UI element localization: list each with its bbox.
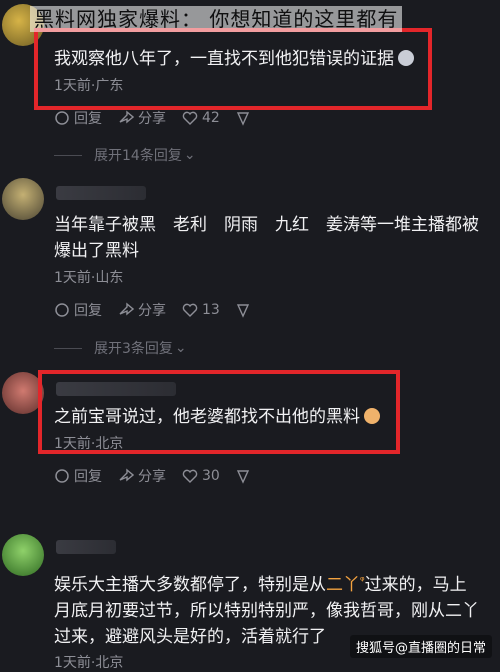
reply-button[interactable]: 回复 <box>54 300 102 320</box>
like-count: 42 <box>202 110 220 126</box>
comment-meta: 1天前·北京 <box>54 655 124 671</box>
thumb-down-icon <box>236 304 249 318</box>
chevron-down-icon: ⌄ <box>174 340 187 356</box>
comment-text: 当年靠子被黑 老利 阴雨 九红 姜涛等一堆主播都被爆出了黑料 <box>54 215 479 261</box>
surprised-emoji-icon <box>364 408 380 424</box>
chevron-down-icon: ⌄ <box>183 147 196 163</box>
page-title: 黑料网独家爆料： 你想知道的这里都有 <box>30 6 403 32</box>
comment-text: 我观察他八年了，一直找不到他犯错误的证据 <box>54 46 480 72</box>
share-button[interactable]: 分享 <box>118 108 166 128</box>
heart-icon <box>182 469 198 483</box>
reply-label: 回复 <box>74 469 102 485</box>
reply-button[interactable]: 回复 <box>54 108 102 128</box>
thumb-down-icon <box>236 470 249 484</box>
username-blurred <box>56 186 146 200</box>
share-label: 分享 <box>138 303 166 319</box>
watermark: 搜狐号@直播圈的日常 <box>349 635 492 658</box>
like-count: 30 <box>202 468 220 484</box>
share-button[interactable]: 分享 <box>118 466 166 486</box>
reply-label: 回复 <box>74 303 102 319</box>
like-button[interactable]: 42 <box>182 110 220 126</box>
comment-meta: 1天前·北京 <box>54 436 124 452</box>
reply-icon <box>55 111 69 125</box>
share-icon <box>119 468 134 482</box>
username-blurred <box>56 382 176 396</box>
avatar[interactable] <box>2 534 44 576</box>
share-icon <box>119 110 134 124</box>
dislike-button[interactable] <box>236 302 254 318</box>
avatar[interactable] <box>2 178 44 220</box>
reply-icon <box>55 469 69 483</box>
divider <box>54 154 82 156</box>
comment-actions: 回复 分享 13 <box>54 300 270 320</box>
expand-replies-button[interactable]: 展开14条回复 ⌄ <box>54 145 196 165</box>
comment-meta: 1天前·山东 <box>54 270 124 286</box>
share-label: 分享 <box>138 111 166 127</box>
dislike-button[interactable] <box>236 110 254 126</box>
expand-replies-button[interactable]: 展开3条回复 ⌄ <box>54 338 187 358</box>
avatar[interactable] <box>2 372 44 414</box>
heart-icon <box>182 111 198 125</box>
cat-emoji-icon <box>398 50 414 66</box>
divider <box>54 347 82 349</box>
dislike-button[interactable] <box>236 468 254 484</box>
reply-icon <box>55 303 69 317</box>
like-button[interactable]: 30 <box>182 468 220 484</box>
like-button[interactable]: 13 <box>182 302 220 318</box>
heart-icon <box>182 303 198 317</box>
share-button[interactable]: 分享 <box>118 300 166 320</box>
comment-actions: 回复 分享 42 <box>54 108 270 128</box>
thumb-down-icon <box>236 112 249 126</box>
username-blurred <box>56 540 116 554</box>
comment-text: 之前宝哥说过，他老婆都找不出他的黑料 <box>54 404 480 430</box>
comment-meta: 1天前·广东 <box>54 78 124 94</box>
expand-label: 展开3条回复 <box>94 341 173 357</box>
share-label: 分享 <box>138 469 166 485</box>
like-count: 13 <box>202 302 220 318</box>
share-icon <box>119 302 134 316</box>
reply-label: 回复 <box>74 111 102 127</box>
comment-actions: 回复 分享 30 <box>54 466 270 486</box>
expand-label: 展开14条回复 <box>94 148 182 164</box>
highlighted-term[interactable]: 二丫 <box>326 575 360 595</box>
reply-button[interactable]: 回复 <box>54 466 102 486</box>
